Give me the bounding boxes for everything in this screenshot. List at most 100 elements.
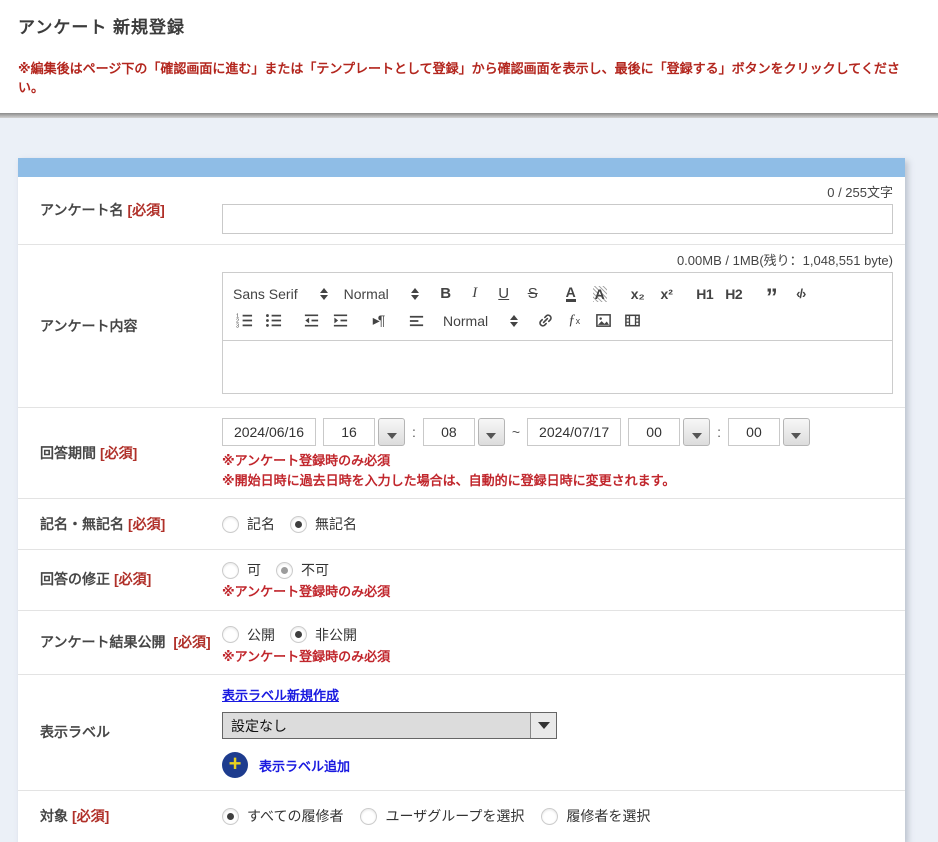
chevron-down-icon (692, 433, 702, 439)
row-answer-modification: 回答の修正[必須] 可 不可 ※アンケート登録時のみ必須 (18, 549, 905, 610)
dropdown-arrow-button[interactable] (683, 418, 710, 446)
end-hour-select[interactable]: 00 (628, 418, 710, 446)
ordered-list-button[interactable]: 123 (233, 309, 255, 333)
display-label-select[interactable]: 設定なし (222, 712, 557, 739)
radio-circle-icon (222, 808, 239, 825)
image-button[interactable] (592, 309, 614, 333)
radio-circle-icon (276, 562, 293, 579)
font-select-value: Sans Serif (233, 286, 298, 302)
radio-circle-icon (222, 516, 239, 533)
required-badge: [必須] (128, 516, 165, 532)
display-label-label: 表示ラベル (40, 724, 110, 740)
dropdown-arrow-button[interactable] (378, 418, 405, 446)
survey-name-input[interactable] (222, 204, 893, 234)
align-button[interactable] (405, 309, 427, 333)
video-icon (624, 312, 641, 329)
add-display-label-button[interactable]: + 表示ラベル追加 (222, 752, 893, 778)
radio-circle-icon (290, 516, 307, 533)
header2-button[interactable]: H2 (723, 282, 745, 306)
radio-private[interactable]: 非公開 (290, 625, 357, 645)
updown-arrows-icon (320, 288, 328, 300)
end-minute-select[interactable]: 00 (728, 418, 810, 446)
underline-button[interactable]: U (493, 282, 515, 306)
text-color-button[interactable]: A (560, 282, 582, 306)
size-counter: 0.00MB / 1MB(残り：1,048,551 byte) (222, 250, 893, 269)
chevron-down-icon (791, 433, 801, 439)
end-date-input[interactable] (527, 418, 621, 446)
chevron-down-icon (486, 433, 496, 439)
radio-anonymous[interactable]: 無記名 (290, 514, 357, 534)
radio-public[interactable]: 公開 (222, 625, 275, 645)
h1-icon: H1 (696, 286, 713, 302)
outdent-icon (303, 312, 320, 329)
time-separator: : (717, 424, 721, 440)
period-label: 回答期間 (40, 445, 96, 461)
row-survey-content: アンケート内容 0.00MB / 1MB(残り：1,048,551 byte) … (18, 244, 905, 407)
radio-user-group[interactable]: ユーザグループを選択 (360, 806, 524, 826)
end-minute-value: 00 (728, 418, 780, 446)
italic-button[interactable]: I (464, 282, 486, 306)
blockquote-button[interactable]: ” (761, 282, 783, 306)
blockquote-icon: ” (766, 283, 778, 304)
heading-select-value: Normal (344, 286, 389, 302)
background-color-button[interactable]: A (589, 282, 611, 306)
updown-arrows-icon (411, 288, 419, 300)
heading-select[interactable]: Normal (344, 282, 419, 306)
chevron-down-icon (538, 722, 550, 729)
modification-label: 回答の修正 (40, 571, 110, 587)
row-survey-name: アンケート名[必須] 0 / 255文字 (18, 177, 905, 244)
char-counter: 0 / 255文字 (222, 182, 893, 201)
superscript-button[interactable]: x² (656, 282, 678, 306)
header1-button[interactable]: H1 (694, 282, 716, 306)
row-anonymity: 記名・無記名[必須] 記名 無記名 (18, 498, 905, 549)
bold-button[interactable]: B (435, 282, 457, 306)
radio-circle-icon (222, 626, 239, 643)
dropdown-arrow-button[interactable] (783, 418, 810, 446)
text-color-icon: A (566, 285, 576, 303)
radio-select-students[interactable]: 履修者を選択 (541, 806, 650, 826)
page-header: アンケート 新規登録 ※編集後はページ下の「確認画面に進む」または「テンプレート… (0, 0, 938, 113)
add-display-label-link: 表示ラベル追加 (259, 756, 350, 775)
radio-modify-allowed[interactable]: 可 (222, 560, 261, 580)
range-separator: ~ (512, 424, 520, 440)
outdent-button[interactable] (300, 309, 322, 333)
size-select[interactable]: Normal (443, 309, 518, 333)
page-warning: ※編集後はページ下の「確認画面に進む」または「テンプレートとして登録」から確認画… (18, 58, 920, 113)
subscript-icon: x₂ (631, 286, 645, 302)
bullet-list-icon (265, 312, 282, 329)
ordered-list-icon: 123 (236, 312, 253, 329)
h2-icon: H2 (725, 286, 742, 302)
superscript-icon: x² (660, 286, 672, 302)
start-hour-select[interactable]: 16 (323, 418, 405, 446)
required-badge: [必須] (72, 808, 109, 824)
indent-button[interactable] (329, 309, 351, 333)
result-publish-note: ※アンケート登録時のみ必須 (222, 647, 893, 675)
start-date-input[interactable] (222, 418, 316, 446)
text-direction-icon: ▸¶ (373, 312, 384, 329)
subscript-button[interactable]: x₂ (627, 282, 649, 306)
period-note-2: ※開始日時に過去日時を入力した場合は、自動的に登録日時に変更されます。 (222, 471, 893, 491)
text-direction-button[interactable]: ▸¶ (367, 309, 389, 333)
strike-button[interactable]: S (522, 282, 544, 306)
dropdown-arrow-button[interactable] (530, 713, 556, 738)
radio-modify-not-allowed[interactable]: 不可 (276, 560, 329, 580)
code-block-button[interactable]: ‹/› (790, 282, 812, 306)
editor-content-area[interactable] (223, 341, 892, 393)
start-minute-select[interactable]: 08 (423, 418, 505, 446)
create-display-label-link[interactable]: 表示ラベル新規作成 (222, 685, 339, 704)
radio-circle-icon (222, 562, 239, 579)
time-separator: : (412, 424, 416, 440)
modification-note: ※アンケート登録時のみ必須 (222, 582, 893, 610)
formula-button[interactable]: ƒx (563, 309, 585, 333)
font-select[interactable]: Sans Serif (233, 282, 328, 306)
radio-signed[interactable]: 記名 (222, 514, 275, 534)
bullet-list-button[interactable] (262, 309, 284, 333)
dropdown-arrow-button[interactable] (478, 418, 505, 446)
radio-all-students[interactable]: すべての履修者 (222, 806, 343, 826)
card-accent-bar (18, 158, 905, 177)
indent-icon (332, 312, 349, 329)
video-button[interactable] (621, 309, 643, 333)
link-button[interactable] (534, 309, 556, 333)
bold-icon: B (440, 285, 451, 302)
chevron-down-icon (387, 433, 397, 439)
